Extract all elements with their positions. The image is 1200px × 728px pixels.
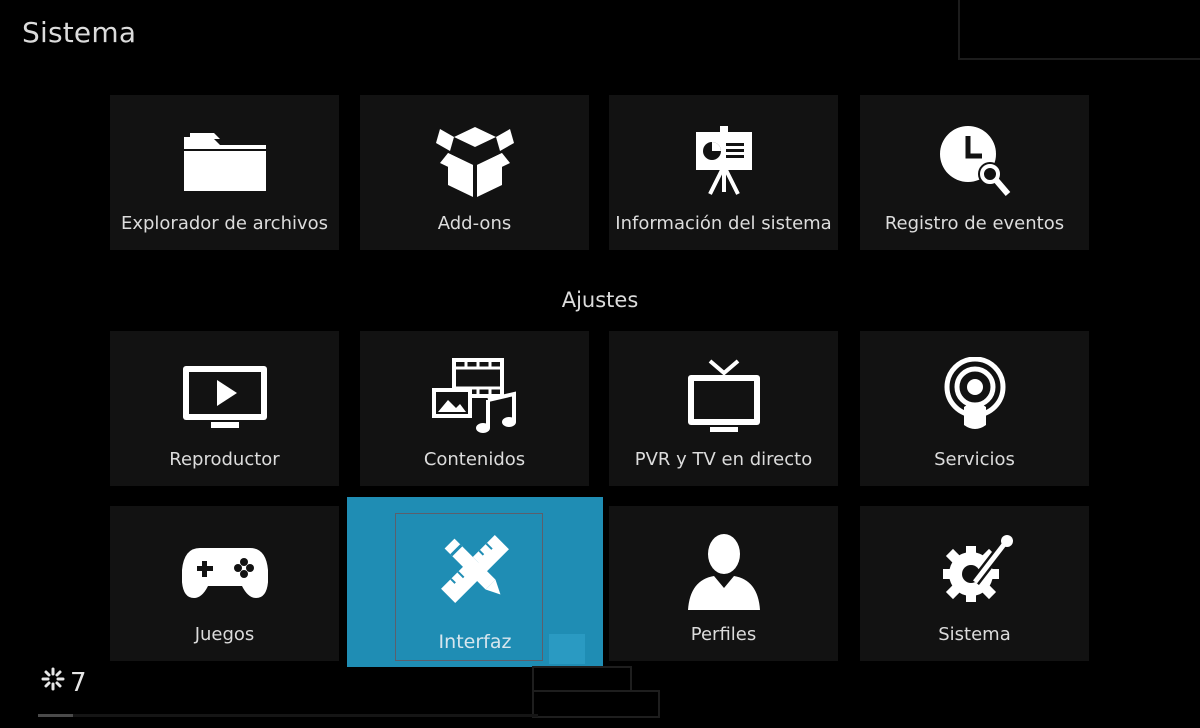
podcast-icon xyxy=(860,357,1089,437)
loading-spinner-icon xyxy=(40,666,66,699)
gear-wrench-icon xyxy=(860,532,1089,612)
bottom-box xyxy=(532,666,632,692)
tile-pvr-live-tv[interactable]: PVR y TV en directo xyxy=(609,331,838,486)
open-box-icon xyxy=(360,121,589,201)
corner-box xyxy=(958,0,1200,60)
tile-add-ons[interactable]: Add-ons xyxy=(360,95,589,250)
tile-system[interactable]: Sistema xyxy=(860,506,1089,661)
tile-label: Juegos xyxy=(194,624,255,645)
tile-interface[interactable]: Interfaz xyxy=(347,497,603,667)
pencil-ruler-icon xyxy=(347,529,603,609)
tile-label: Add-ons xyxy=(437,213,512,234)
tile-label: Registro de eventos xyxy=(884,213,1065,234)
status-indicator: 7 xyxy=(40,666,87,699)
tile-label: Reproductor xyxy=(169,449,280,470)
tv-antenna-icon xyxy=(609,357,838,437)
tile-label: Explorador de archivos xyxy=(120,213,329,234)
tile-label: PVR y TV en directo xyxy=(634,449,813,470)
tile-label: Interfaz xyxy=(438,631,512,653)
tile-label: Sistema xyxy=(938,624,1011,645)
presentation-chart-icon xyxy=(609,121,838,201)
progress-fill xyxy=(38,714,73,717)
status-value: 7 xyxy=(70,667,87,698)
tv-play-icon xyxy=(110,357,339,437)
tile-event-log[interactable]: Registro de eventos xyxy=(860,95,1089,250)
tile-label: Servicios xyxy=(934,449,1015,470)
tile-file-explorer[interactable]: Explorador de archivos xyxy=(110,95,339,250)
tile-label: Contenidos xyxy=(423,449,526,470)
tile-label: Información del sistema xyxy=(615,213,832,234)
tile-player[interactable]: Reproductor xyxy=(110,331,339,486)
tile-games[interactable]: Juegos xyxy=(110,506,339,661)
tile-profiles[interactable]: Perfiles xyxy=(609,506,838,661)
tile-system-info[interactable]: Información del sistema xyxy=(609,95,838,250)
section-title: Ajustes xyxy=(561,288,639,312)
tile-label: Perfiles xyxy=(690,624,757,645)
clock-search-icon xyxy=(860,121,1089,201)
tile-content[interactable]: Contenidos xyxy=(360,331,589,486)
media-library-icon xyxy=(360,357,589,437)
gamepad-icon xyxy=(110,532,339,612)
page-title: Sistema xyxy=(22,16,137,49)
progress-bar xyxy=(38,714,538,717)
folder-icon xyxy=(110,121,339,201)
bottom-box xyxy=(532,690,660,718)
tile-services[interactable]: Servicios xyxy=(860,331,1089,486)
user-icon xyxy=(609,532,838,612)
